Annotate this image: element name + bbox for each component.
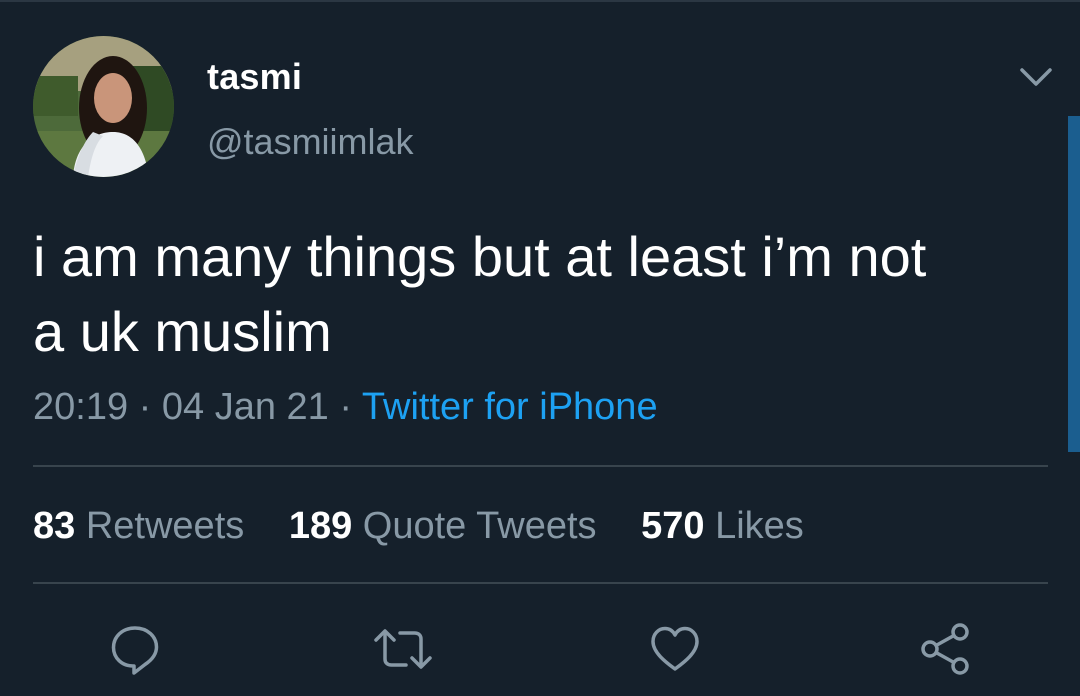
likes-stat[interactable]: 570 Likes: [641, 505, 804, 547]
chevron-down-icon[interactable]: [1016, 61, 1056, 91]
avatar-image: [33, 36, 174, 177]
tweet-source-link[interactable]: Twitter for iPhone: [362, 386, 658, 428]
retweets-count: 83: [33, 505, 76, 547]
tweet-text: i am many things but at least i’m not a …: [33, 225, 927, 363]
meta-separator: ·: [138, 386, 152, 428]
scrollbar[interactable]: [1068, 116, 1080, 452]
share-icon: [921, 623, 969, 675]
like-button[interactable]: [648, 622, 702, 676]
share-button[interactable]: [918, 622, 972, 676]
reply-button[interactable]: [108, 622, 162, 676]
quote-tweets-stat[interactable]: 189 Quote Tweets: [289, 505, 597, 547]
meta-separator: ·: [339, 386, 353, 428]
divider: [33, 582, 1048, 584]
retweet-icon: [374, 629, 432, 669]
likes-count: 570: [641, 505, 705, 547]
quote-tweets-label: Quote Tweets: [362, 505, 597, 547]
author-handle[interactable]: @tasmiimlak: [207, 121, 414, 163]
top-border: [0, 0, 1080, 2]
retweets-label: Retweets: [85, 505, 245, 547]
divider: [33, 465, 1048, 467]
retweets-stat[interactable]: 83 Retweets: [33, 505, 244, 547]
tweet-stats: 83 Retweets 189 Quote Tweets 570 Likes: [33, 505, 838, 548]
tweet-metadata: 20:19 · 04 Jan 21 · Twitter for iPhone: [33, 386, 658, 429]
retweet-button[interactable]: [372, 622, 432, 676]
avatar[interactable]: [33, 36, 174, 177]
quote-tweets-count: 189: [288, 505, 353, 547]
tweet-date: 04 Jan 21: [161, 386, 329, 428]
likes-label: Likes: [715, 505, 804, 547]
heart-icon: [651, 626, 699, 671]
author-display-name[interactable]: tasmi: [207, 56, 302, 98]
tweet-time: 20:19: [33, 386, 129, 428]
reply-icon: [111, 626, 159, 675]
